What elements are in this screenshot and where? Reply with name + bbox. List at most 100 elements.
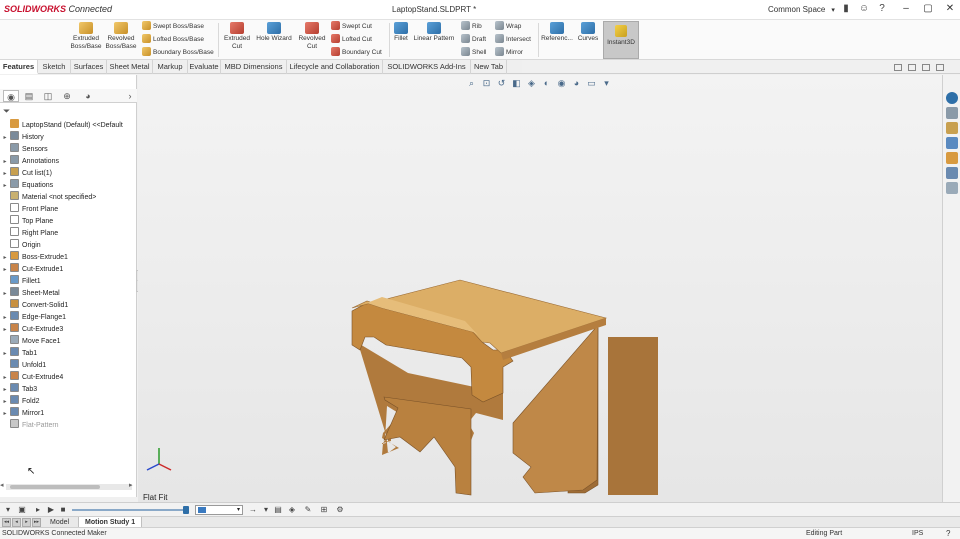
tree-item-mirror1[interactable]: ▸ Mirror1	[0, 407, 44, 419]
dimxpert-tab-icon[interactable]: ⊕	[59, 90, 75, 102]
swept-cut-button[interactable]: Swept Cut	[331, 21, 372, 32]
save-animation-icon[interactable]: ▤	[273, 505, 283, 515]
reference-geometry-button[interactable]: Referenc...	[540, 22, 574, 43]
resources-icon[interactable]	[946, 92, 958, 104]
display-manager-tab-icon[interactable]: ◕	[80, 90, 96, 102]
rib-button[interactable]: Rib	[461, 21, 482, 32]
tree-item-fold2[interactable]: ▸ Fold2	[0, 395, 40, 407]
fillet-button[interactable]: Fillet	[391, 22, 411, 43]
tree-item-equations[interactable]: ▸ Equations	[0, 179, 53, 191]
calculate-icon[interactable]: ▣	[17, 505, 27, 515]
dropdown-icon[interactable]: ▾	[261, 505, 271, 515]
play-icon[interactable]: ▶	[46, 505, 56, 515]
tree-item-history[interactable]: ▸ History	[0, 131, 44, 143]
close-window-icon[interactable]	[936, 64, 944, 71]
tree-item-tab3[interactable]: ▸ Tab3	[0, 383, 37, 395]
feature-tree-tab-icon[interactable]: ◉	[3, 90, 19, 102]
intersect-button[interactable]: Intersect	[495, 34, 531, 45]
tab-lifecycle-and-collaboration[interactable]: Lifecycle and Collaboration	[287, 60, 383, 74]
property-manager-tab-icon[interactable]: ▤	[21, 90, 37, 102]
tree-item-convert-solid1[interactable]: Convert-Solid1	[0, 299, 68, 311]
stop-icon[interactable]: ■	[58, 505, 68, 515]
boundary-cut-button[interactable]: Boundary Cut	[331, 47, 382, 58]
tree-root-part[interactable]: LaptopStand (Default) <<Default	[0, 119, 123, 131]
tree-item-cut-extrude1[interactable]: ▸ Cut-Extrude1	[0, 263, 63, 275]
motion-settings-icon[interactable]: ⚙	[335, 505, 345, 515]
custom-properties-icon[interactable]	[946, 167, 958, 179]
tab-evaluate[interactable]: Evaluate	[188, 60, 221, 74]
mirror-button[interactable]: Mirror	[495, 47, 523, 58]
next-tab-icon[interactable]: ▸	[22, 518, 31, 527]
playback-slider-thumb[interactable]	[183, 506, 189, 514]
first-tab-icon[interactable]: ◂◂	[2, 518, 11, 527]
chevron-right-icon[interactable]: ›	[122, 90, 138, 102]
horizontal-scrollbar[interactable]	[6, 484, 132, 490]
play-from-start-icon[interactable]: ▸	[33, 505, 43, 515]
extruded-cut-button[interactable]: Extruded Cut	[220, 22, 254, 51]
revolved-boss-button[interactable]: Revolved Boss/Base	[102, 22, 140, 51]
tree-item-edge-flange1[interactable]: ▸ Edge-Flange1	[0, 311, 66, 323]
tree-item-move-face1[interactable]: Move Face1	[0, 335, 61, 347]
maximize-window-icon[interactable]	[922, 64, 930, 71]
boundary-boss-button[interactable]: Boundary Boss/Base	[142, 47, 214, 58]
collapse-icon[interactable]: ▾	[3, 505, 13, 515]
lofted-boss-button[interactable]: Lofted Boss/Base	[142, 34, 204, 45]
units-selector[interactable]: IPS	[912, 528, 923, 539]
tab-surfaces[interactable]: Surfaces	[71, 60, 107, 74]
tree-item-sheet-metal[interactable]: ▸ Sheet-Metal	[0, 287, 60, 299]
tab-features[interactable]: Features	[0, 60, 38, 74]
hole-wizard-button[interactable]: Hole Wizard	[254, 22, 294, 43]
scroll-left-icon[interactable]: ◂	[0, 481, 4, 489]
tile-window-icon[interactable]	[908, 64, 916, 71]
tree-item-front-plane[interactable]: Front Plane	[0, 203, 58, 215]
help-icon[interactable]: ?	[946, 528, 950, 539]
maximize-button[interactable]: ▢	[918, 2, 938, 16]
curves-button[interactable]: Curves	[575, 22, 601, 43]
configuration-tab-icon[interactable]: ◫	[40, 90, 56, 102]
close-button[interactable]: ✕	[940, 2, 960, 16]
tree-item-cut-extrude4[interactable]: ▸ Cut-Extrude4	[0, 371, 63, 383]
tree-item-sensors[interactable]: Sensors	[0, 143, 48, 155]
design-library-icon[interactable]	[946, 107, 958, 119]
autokey-icon[interactable]: ✎	[303, 505, 313, 515]
tree-item-material-not-specified[interactable]: Material <not specified>	[0, 191, 96, 203]
restore-window-icon[interactable]	[894, 64, 902, 71]
file-explorer-icon[interactable]	[946, 122, 958, 134]
swept-boss-button[interactable]: Swept Boss/Base	[142, 21, 204, 32]
tree-item-tab1[interactable]: ▸ Tab1	[0, 347, 37, 359]
tree-item-cut-list-1[interactable]: ▸ Cut list(1)	[0, 167, 52, 179]
tab-sketch[interactable]: Sketch	[38, 60, 71, 74]
laptop-stand-model[interactable]	[351, 279, 658, 496]
wrap-button[interactable]: Wrap	[495, 21, 521, 32]
filter-icon[interactable]: ⏷	[3, 106, 10, 117]
tree-item-top-plane[interactable]: Top Plane	[0, 215, 53, 227]
animation-wizard-icon[interactable]: ◈	[287, 505, 297, 515]
tree-item-boss-extrude1[interactable]: ▸ Boss-Extrude1	[0, 251, 68, 263]
scrollbar-thumb[interactable]	[10, 485, 100, 489]
last-tab-icon[interactable]: ▸▸	[32, 518, 41, 527]
lofted-cut-button[interactable]: Lofted Cut	[331, 34, 372, 45]
help-icon[interactable]: ?	[876, 3, 888, 15]
scroll-right-icon[interactable]: ▸	[129, 481, 133, 489]
tree-item-right-plane[interactable]: Right Plane	[0, 227, 58, 239]
tab-mbd-dimensions[interactable]: MBD Dimensions	[221, 60, 287, 74]
tree-item-cut-extrude3[interactable]: ▸ Cut-Extrude3	[0, 323, 63, 335]
playback-slider[interactable]	[72, 509, 186, 511]
appearances-icon[interactable]	[946, 152, 958, 164]
add-key-icon[interactable]: ⊞	[319, 505, 329, 515]
space-selector[interactable]: Common Space ▾	[768, 5, 835, 14]
draft-button[interactable]: Draft	[461, 34, 486, 45]
tab-new-tab[interactable]: New Tab	[471, 60, 507, 74]
tree-item-origin[interactable]: Origin	[0, 239, 41, 251]
revolved-cut-button[interactable]: Revolved Cut	[294, 22, 330, 51]
view-palette-icon[interactable]	[946, 137, 958, 149]
minimize-button[interactable]: –	[896, 2, 916, 16]
tab-solidworks-add-ins[interactable]: SOLIDWORKS Add-Ins	[383, 60, 471, 74]
linear-pattern-button[interactable]: Linear Pattern	[411, 22, 457, 43]
playback-speed-select[interactable]: ▾	[195, 505, 243, 515]
tree-item-unfold1[interactable]: Unfold1	[0, 359, 46, 371]
tree-item-flat-pattern[interactable]: Flat-Pattern	[0, 419, 59, 431]
command-prompt-icon[interactable]: ▮	[840, 3, 852, 15]
arrow-right-icon[interactable]: →	[248, 505, 258, 515]
tab-markup[interactable]: Markup	[153, 60, 188, 74]
